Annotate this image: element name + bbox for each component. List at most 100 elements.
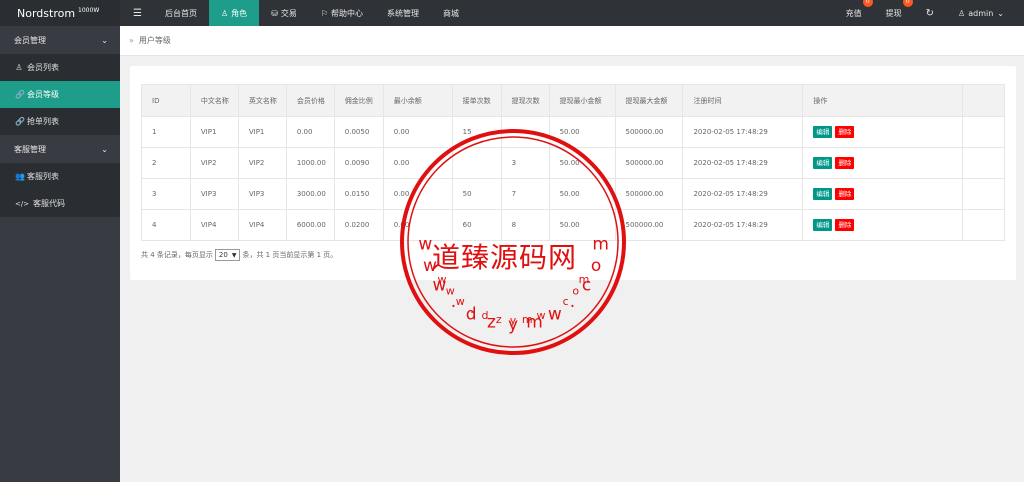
row-spacer — [961, 116, 1006, 148]
table-cell: 2020-02-05 17:48:29 — [682, 147, 804, 179]
table-cell: 500000.00 — [614, 147, 684, 179]
refresh-icon[interactable]: ↻ — [914, 0, 946, 26]
sidebar-item-label: 客服代码 — [33, 199, 65, 208]
table-cell: VIP4 — [189, 209, 239, 241]
sidebar-item-service-list[interactable]: 👥 客服列表 — [0, 163, 120, 190]
col-header: ID — [141, 84, 191, 117]
nav-label: 系统管理 — [387, 8, 420, 18]
watermark-letter: . — [552, 303, 556, 316]
sidebar-item-member-list[interactable]: ♙ 会员列表 — [0, 54, 120, 81]
flag-icon: ⚐ — [320, 8, 329, 18]
table-row: 2 VIP2 VIP2 1000.00 0.0090 0.00 3 50.00 500000.0… — [141, 147, 1006, 179]
edit-button[interactable]: 编辑 — [813, 188, 833, 200]
row-spacer — [961, 147, 1006, 179]
table-cell: 6000.00 — [285, 209, 335, 241]
pager-suffix: 条，共 1 页当前显示第 1 页。 — [242, 251, 338, 259]
menu-toggle-icon[interactable]: ☰ — [120, 0, 153, 26]
chevron-down-icon: ⌄ — [997, 8, 1004, 18]
withdraw-link[interactable]: 提现 0 — [874, 0, 914, 26]
table-cell: 0.00 — [382, 209, 453, 241]
nav-shop[interactable]: 商城 — [431, 0, 471, 26]
table-cell: 3 — [141, 178, 191, 210]
table-cell: 500000.00 — [614, 178, 684, 210]
watermark-letter: m — [522, 313, 533, 326]
col-header: 会员价格 — [285, 84, 335, 117]
breadcrumb-current[interactable]: 用户等级 — [139, 35, 171, 46]
table-cell: 60 — [451, 209, 502, 241]
database-icon: ⛁ — [271, 8, 278, 18]
table-cell — [451, 147, 502, 179]
nav-label: 交易 — [280, 8, 297, 18]
watermark-letter: y — [510, 314, 517, 327]
sidebar-item-member-level[interactable]: 🔗 会员等级 — [0, 81, 120, 108]
nav-system[interactable]: 系统管理 — [375, 0, 431, 26]
nav-label: 角色 — [231, 8, 248, 18]
watermark-letter: w — [456, 295, 465, 308]
logo-text: Nordstrom — [17, 6, 76, 20]
watermark-letter: z — [496, 313, 502, 326]
delete-button[interactable]: 删除 — [835, 219, 855, 231]
delete-button[interactable]: 删除 — [835, 188, 855, 200]
link-icon: 🔗 — [15, 117, 25, 126]
watermark-letter: . — [470, 303, 474, 316]
sidebar-group-service[interactable]: 客服管理 ⌄ — [0, 135, 120, 163]
table-cell: 50.00 — [548, 147, 616, 179]
sidebar-item-order-list[interactable]: 🔗 抢单列表 — [0, 108, 120, 135]
pager-prefix: 共 4 条记录，每页显示 — [141, 251, 213, 259]
table-row: 1 VIP1 VIP1 0.00 0.0050 0.00 15 50.00 500000.00 2… — [141, 116, 1006, 148]
table-cell: 0.0090 — [333, 147, 384, 179]
col-header-spacer — [961, 84, 1006, 117]
delete-button[interactable]: 删除 — [835, 126, 855, 138]
sidebar-item-label: 会员列表 — [27, 63, 59, 72]
col-header: 接单次数 — [451, 84, 502, 117]
page-size-select[interactable]: 20 ▼ — [214, 249, 241, 261]
watermark-letter: w — [548, 305, 562, 325]
nav-help[interactable]: ⚐ 帮助中心 — [309, 0, 375, 26]
table-cell: 8 — [500, 209, 550, 241]
nav-trade[interactable]: ⛁ 交易 — [259, 0, 309, 26]
sidebar-item-label: 会员等级 — [27, 90, 59, 99]
watermark-letter: m — [526, 312, 543, 332]
row-actions: 编辑 删除 — [802, 209, 963, 241]
nav-roles[interactable]: ♙ 角色 — [208, 0, 260, 26]
watermark-letter: c — [563, 295, 569, 308]
nav-label: 后台首页 — [164, 8, 197, 18]
delete-button[interactable]: 删除 — [835, 157, 855, 169]
row-actions: 编辑 删除 — [802, 116, 963, 148]
table-cell: 0.00 — [285, 116, 335, 148]
recharge-badge: 0 — [862, 0, 873, 7]
app-logo[interactable]: Nordstrom 1000W — [0, 0, 120, 26]
table-cell: 50 — [451, 178, 502, 210]
col-header: 英文名称 — [237, 84, 287, 117]
group-label: 客服管理 — [14, 144, 46, 154]
col-header: 佣金比例 — [333, 84, 384, 117]
breadcrumb-separator-icon: » — [129, 36, 134, 45]
sidebar-item-service-code[interactable]: </> 客服代码 — [0, 190, 120, 217]
col-header: 最小余额 — [382, 84, 453, 117]
nav-dashboard[interactable]: 后台首页 — [153, 0, 209, 26]
edit-button[interactable]: 编辑 — [813, 157, 833, 169]
table-cell: 2020-02-05 17:48:29 — [682, 116, 804, 148]
code-icon: </> — [15, 199, 30, 208]
sidebar: 会员管理 ⌄ ♙ 会员列表 🔗 会员等级 🔗 抢单列表 客服管理 ⌄ 👥 客服列表 </> 客… — [0, 26, 120, 482]
top-header: Nordstrom 1000W ☰ 后台首页 ♙ 角色 ⛁ 交易 ⚐ 帮助中心 系统管理… — [0, 0, 1024, 26]
user-name: admin — [968, 8, 994, 18]
table-cell: 500000.00 — [614, 209, 684, 241]
table-cell: 4 — [141, 209, 191, 241]
table-cell: VIP2 — [189, 147, 239, 179]
sidebar-group-members[interactable]: 会员管理 ⌄ — [0, 26, 120, 54]
level-table: ID 中文名称 英文名称 会员价格 佣金比例 最小余额 接单次数 提现次数 提现… — [141, 84, 1006, 241]
table-cell: 3000.00 — [285, 178, 335, 210]
col-header: 提现最小金额 — [548, 84, 616, 117]
recharge-link[interactable]: 充值 0 — [834, 0, 874, 26]
table-cell — [500, 116, 550, 148]
edit-button[interactable]: 编辑 — [813, 126, 833, 138]
user-menu[interactable]: ♙ admin ⌄ — [946, 0, 1024, 26]
watermark-letter: d — [482, 309, 489, 322]
recharge-label: 充值 — [845, 8, 862, 18]
col-header: 注册时间 — [682, 84, 804, 117]
table-header-row: ID 中文名称 英文名称 会员价格 佣金比例 最小余额 接单次数 提现次数 提现… — [141, 84, 1006, 117]
table-cell: 0.00 — [382, 116, 453, 148]
table-cell: 0.0200 — [333, 209, 384, 241]
edit-button[interactable]: 编辑 — [813, 219, 833, 231]
